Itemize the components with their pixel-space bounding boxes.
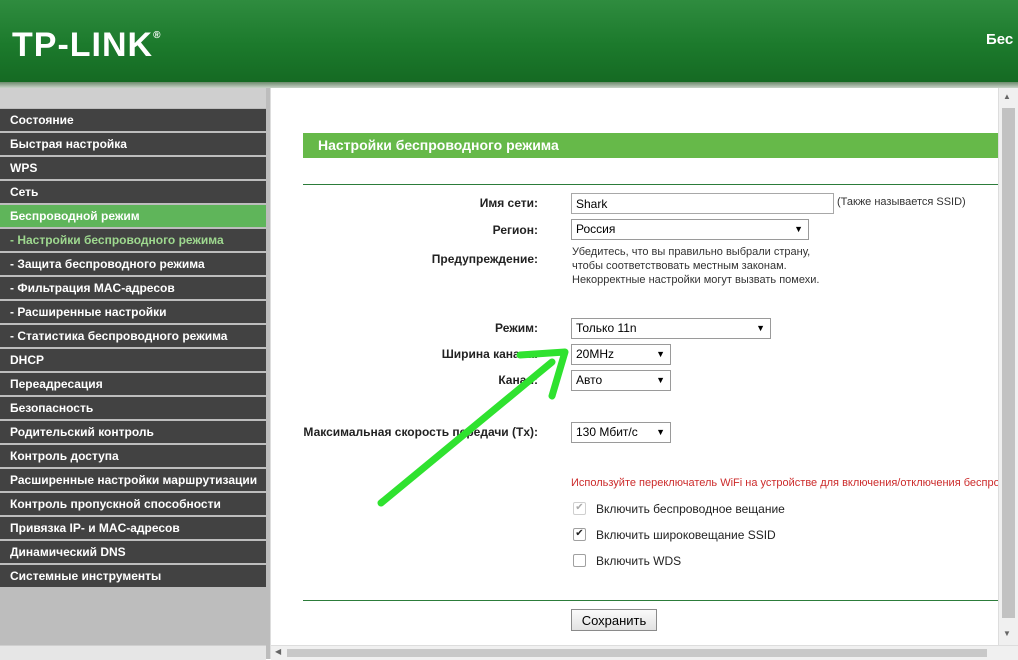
scroll-up-icon[interactable]: ▲	[1003, 92, 1011, 101]
chevron-down-icon: ▼	[656, 349, 665, 359]
logo-text: TP-LINK	[12, 26, 154, 64]
channel-width-value: 20MHz	[576, 347, 615, 361]
max-tx-rate-label: Максимальная скорость передачи (Tx):	[303, 425, 538, 439]
header-bar: TP-LINK® Бес	[0, 0, 1018, 82]
checkbox-row-ssid-broadcast: ✔ Включить широковещание SSID	[573, 528, 776, 542]
sidebar-item-wireless-settings[interactable]: - Настройки беспроводного режима	[0, 229, 266, 251]
sidebar-item-wps[interactable]: WPS	[0, 157, 266, 179]
channel-width-label: Ширина канала:	[441, 347, 538, 361]
channel-width-select[interactable]: 20MHz ▼	[571, 344, 671, 365]
logo-registered-mark: ®	[153, 30, 162, 41]
checkbox-ssid-broadcast-label: Включить широковещание SSID	[596, 528, 776, 542]
bottom-divider	[303, 600, 998, 601]
sidebar-item-dhcp[interactable]: DHCP	[0, 349, 266, 371]
top-divider	[303, 184, 998, 185]
save-button[interactable]: Сохранить	[571, 609, 657, 631]
sidebar-item-wireless-statistics[interactable]: - Статистика беспроводного режима	[0, 325, 266, 347]
scroll-down-icon[interactable]: ▼	[1003, 629, 1011, 638]
sidebar-item-forwarding[interactable]: Переадресация	[0, 373, 266, 395]
sidebar-item-access-control[interactable]: Контроль доступа	[0, 445, 266, 467]
sidebar-item-bandwidth-control[interactable]: Контроль пропускной способности	[0, 493, 266, 515]
checkbox-wds-label: Включить WDS	[596, 554, 682, 568]
checkbox-row-wds: Включить WDS	[573, 554, 681, 568]
checkbox-row-wireless-broadcast: ✔ Включить беспроводное вещание	[573, 502, 785, 516]
max-tx-rate-value: 130 Мбит/с	[576, 425, 638, 439]
sidebar-item-advanced-routing[interactable]: Расширенные настройки маршрутизации	[0, 469, 266, 491]
warning-label: Предупреждение:	[431, 252, 538, 266]
sidebar-item-wireless-security[interactable]: - Защита беспроводного режима	[0, 253, 266, 275]
sidebar-item-parental-control[interactable]: Родительский контроль	[0, 421, 266, 443]
region-label: Регион:	[492, 223, 538, 237]
sidebar-item-security[interactable]: Безопасность	[0, 397, 266, 419]
chevron-down-icon: ▼	[794, 224, 803, 234]
page-title: Настройки беспроводного режима	[303, 133, 998, 158]
horizontal-scrollbar[interactable]: ◀	[271, 645, 1018, 660]
sidebar-item-mac-filtering[interactable]: - Фильтрация MAC-адресов	[0, 277, 266, 299]
region-select[interactable]: Россия ▼	[571, 219, 809, 240]
sidebar-horizontal-scrollbar[interactable]	[0, 645, 266, 660]
scroll-left-icon[interactable]: ◀	[275, 647, 281, 656]
sidebar-item-ip-mac-binding[interactable]: Привязка IP- и MAC-адресов	[0, 517, 266, 539]
ssid-label: Имя сети:	[479, 196, 538, 210]
channel-label: Канал:	[498, 373, 538, 387]
channel-value: Авто	[576, 373, 603, 387]
max-tx-rate-select[interactable]: 130 Мбит/с ▼	[571, 422, 671, 443]
sidebar-menu: Состояние Быстрая настройка WPS Сеть Бес…	[0, 109, 266, 589]
sidebar-item-quick-setup[interactable]: Быстрая настройка	[0, 133, 266, 155]
chevron-down-icon: ▼	[656, 427, 665, 437]
sidebar-item-network[interactable]: Сеть	[0, 181, 266, 203]
checkbox-wireless-broadcast-label: Включить беспроводное вещание	[596, 502, 785, 516]
mode-select[interactable]: Только 11n ▼	[571, 318, 771, 339]
warning-line-1: Убедитесь, что вы правильно выбрали стра…	[572, 246, 811, 258]
sidebar-item-wireless[interactable]: Беспроводной режим	[0, 205, 266, 227]
tplink-logo: TP-LINK®	[12, 26, 161, 65]
warning-line-3: Некорректные настройки могут вызвать пом…	[572, 274, 820, 286]
sidebar-item-system-tools[interactable]: Системные инструменты	[0, 565, 266, 587]
ssid-input[interactable]	[571, 193, 834, 214]
region-value: Россия	[576, 222, 616, 236]
mode-value: Только 11n	[576, 321, 637, 335]
checkbox-wds[interactable]	[573, 554, 586, 568]
sidebar-item-wireless-advanced[interactable]: - Расширенные настройки	[0, 301, 266, 323]
horizontal-scroll-thumb[interactable]	[287, 649, 987, 657]
ssid-hint: (Также называется SSID)	[837, 196, 966, 208]
sidebar-top-strip	[0, 88, 266, 108]
chevron-down-icon: ▼	[656, 375, 665, 385]
vertical-scroll-thumb[interactable]	[1002, 108, 1015, 618]
vertical-scrollbar[interactable]: ▲ ▼	[998, 88, 1018, 645]
chevron-down-icon: ▼	[756, 323, 765, 333]
checkbox-wireless-broadcast[interactable]: ✔	[573, 502, 586, 516]
sidebar-item-status[interactable]: Состояние	[0, 109, 266, 131]
header-title-clipped: Бес	[986, 31, 1014, 48]
channel-select[interactable]: Авто ▼	[571, 370, 671, 391]
mode-label: Режим:	[495, 321, 538, 335]
checkbox-ssid-broadcast[interactable]: ✔	[573, 528, 586, 542]
sidebar-item-dynamic-dns[interactable]: Динамический DNS	[0, 541, 266, 563]
wifi-switch-note: Используйте переключатель WiFi на устрой…	[571, 477, 998, 489]
warning-line-2: чтобы соответствовать местным законам.	[572, 260, 787, 272]
